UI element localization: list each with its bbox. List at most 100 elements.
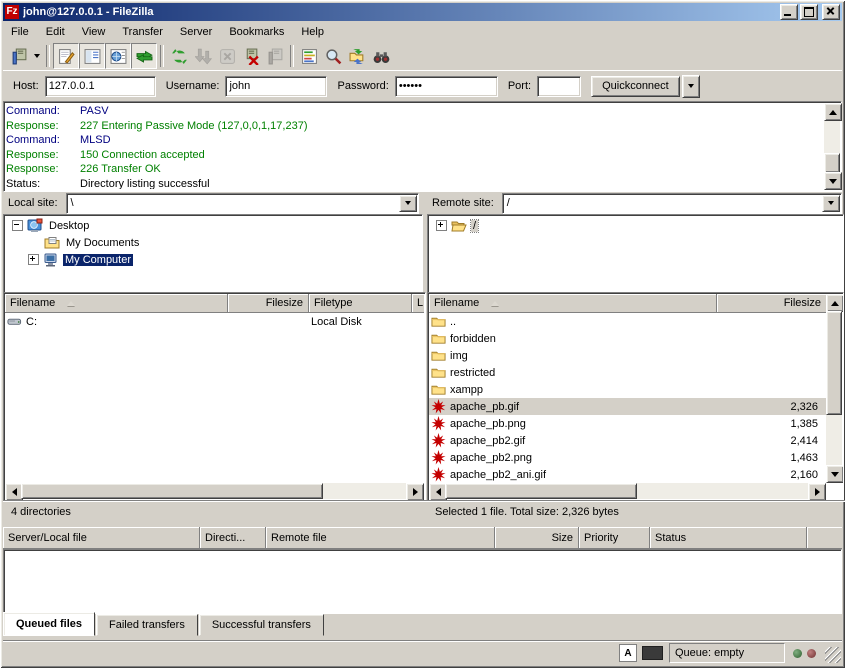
scroll-right-button[interactable] (808, 483, 826, 501)
menu-transfer[interactable]: Transfer (122, 26, 163, 38)
folder-icon (431, 314, 447, 330)
host-input[interactable] (45, 76, 156, 97)
column-header-filesize[interactable]: Filesize (228, 294, 309, 313)
drive-icon (7, 314, 23, 330)
scroll-down-button[interactable] (826, 465, 844, 483)
column-header-priority[interactable]: Priority (579, 527, 650, 549)
remote-file-row[interactable]: apache_pb2_ani.gif2,160 (429, 466, 826, 483)
site-manager-button[interactable] (7, 44, 31, 68)
scroll-thumb[interactable] (445, 483, 637, 499)
refresh-button[interactable] (167, 44, 191, 68)
local-file-row[interactable]: C: Local Disk (5, 313, 424, 330)
remote-file-list: Filename Filesize .. forbidden img restr… (427, 292, 844, 501)
maximize-button[interactable] (800, 4, 818, 20)
column-header-filetype[interactable]: Filetype (309, 294, 412, 313)
remote-file-row[interactable]: .. (429, 313, 826, 330)
site-manager-dropdown[interactable] (31, 44, 43, 68)
column-header-last-modified[interactable]: L (412, 294, 424, 313)
menu-server[interactable]: Server (180, 26, 212, 38)
password-input[interactable] (395, 76, 498, 97)
port-input[interactable] (537, 76, 581, 97)
menu-view[interactable]: View (82, 26, 106, 38)
close-button[interactable] (822, 4, 840, 20)
toggle-remote-tree-button[interactable] (105, 43, 131, 69)
find-files-button[interactable] (321, 44, 345, 68)
scroll-thumb[interactable] (826, 311, 842, 415)
remote-list-vscrollbar[interactable] (826, 294, 842, 483)
local-site-combo[interactable]: \ (66, 193, 419, 214)
tree-item-desktop[interactable]: Desktop (4, 217, 422, 234)
column-header-status[interactable]: Status (650, 527, 807, 549)
tree-item-my-computer[interactable]: My Computer (4, 251, 422, 268)
tree-item-my-documents[interactable]: My Documents (4, 234, 422, 251)
local-file-list: Filename Filesize Filetype L C: Local Di… (3, 292, 426, 501)
filter-button[interactable] (369, 44, 393, 68)
scroll-up-button[interactable] (824, 103, 842, 121)
column-header-remote-file[interactable]: Remote file (266, 527, 495, 549)
toolbar-separator (46, 45, 50, 67)
expand-icon[interactable] (436, 220, 447, 231)
remote-file-row[interactable]: apache_pb2.png1,463 (429, 449, 826, 466)
toggle-transfer-queue-button[interactable] (131, 43, 157, 69)
resize-grip[interactable] (825, 647, 841, 663)
remote-list-hscrollbar[interactable] (429, 483, 826, 499)
remote-file-row[interactable]: restricted (429, 364, 826, 381)
synchronized-browsing-button[interactable] (345, 44, 369, 68)
expand-icon[interactable] (28, 254, 39, 265)
tab-queued-files[interactable]: Queued files (3, 612, 95, 636)
column-header-filesize[interactable]: Filesize (717, 294, 826, 313)
toggle-message-log-button[interactable] (53, 43, 79, 69)
local-list-hscrollbar[interactable] (5, 483, 424, 499)
log-scrollbar[interactable] (824, 103, 840, 190)
menu-bookmarks[interactable]: Bookmarks (229, 26, 284, 38)
message-log: Command:PASV Response:227 Entering Passi… (3, 101, 842, 192)
scroll-up-button[interactable] (826, 294, 844, 312)
reconnect-button[interactable] (263, 44, 287, 68)
activity-led-red (807, 649, 816, 658)
process-queue-button[interactable] (191, 44, 215, 68)
menu-edit[interactable]: Edit (46, 26, 65, 38)
minimize-button[interactable] (780, 4, 798, 20)
column-header-filename[interactable]: Filename (429, 294, 717, 313)
scroll-thumb[interactable] (21, 483, 323, 499)
chevron-down-icon (34, 54, 40, 58)
status-bar: A Queue: empty (3, 640, 842, 665)
find-files-icon (325, 48, 342, 65)
directory-comparison-button[interactable] (297, 44, 321, 68)
tab-successful-transfers[interactable]: Successful transfers (199, 614, 324, 636)
column-header-size[interactable]: Size (495, 527, 579, 549)
menu-help[interactable]: Help (301, 26, 324, 38)
username-input[interactable] (225, 76, 327, 97)
arrow-down-icon (831, 472, 839, 477)
column-header-server-local-file[interactable]: Server/Local file (3, 527, 200, 549)
remote-file-row-selected[interactable]: apache_pb.gif2,326 (429, 398, 826, 415)
column-header-direction[interactable]: Directi... (200, 527, 266, 549)
quickconnect-dropdown[interactable] (682, 75, 700, 98)
maximize-icon (804, 7, 814, 17)
quickconnect-button[interactable]: Quickconnect (591, 76, 680, 97)
toggle-local-tree-button[interactable] (79, 43, 105, 69)
scroll-down-button[interactable] (824, 172, 842, 190)
log-line: Response:226 Transfer OK (6, 162, 823, 177)
collapse-icon[interactable] (12, 220, 23, 231)
tree-item-root[interactable]: / (428, 217, 843, 234)
queue-status-text: Queue: empty (675, 647, 744, 659)
column-header-filename[interactable]: Filename (5, 294, 228, 313)
disconnect-button[interactable] (239, 44, 263, 68)
tab-failed-transfers[interactable]: Failed transfers (96, 614, 198, 636)
remote-file-row[interactable]: img (429, 347, 826, 364)
combo-dropdown-button[interactable] (822, 195, 840, 212)
site-manager-icon (11, 48, 28, 65)
remote-file-row[interactable]: forbidden (429, 330, 826, 347)
remote-site-combo[interactable]: / (502, 193, 842, 214)
remote-file-row[interactable]: apache_pb.png1,385 (429, 415, 826, 432)
combo-dropdown-button[interactable] (399, 195, 417, 212)
menu-file[interactable]: File (11, 26, 29, 38)
remote-file-row[interactable]: apache_pb2.gif2,414 (429, 432, 826, 449)
scroll-thumb[interactable] (824, 153, 840, 173)
remote-file-row[interactable]: xampp (429, 381, 826, 398)
cancel-operation-button[interactable] (215, 44, 239, 68)
queue-body[interactable] (3, 549, 842, 614)
title-bar[interactable]: Fz john@127.0.0.1 - FileZilla (3, 3, 842, 21)
scroll-right-button[interactable] (406, 483, 424, 501)
